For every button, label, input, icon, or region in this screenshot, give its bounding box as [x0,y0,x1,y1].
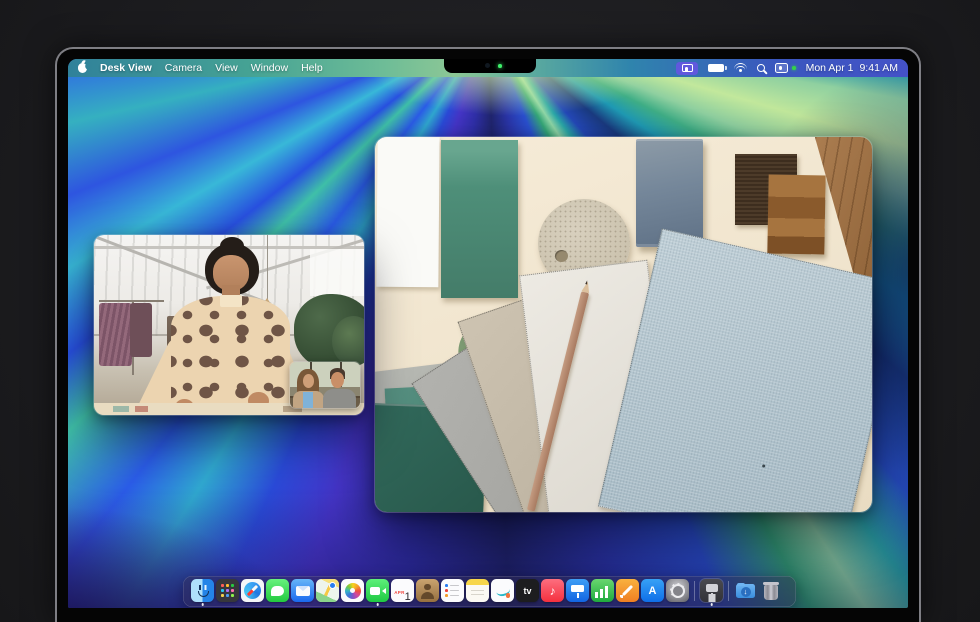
dock-music-glyph: ♪ [550,585,556,597]
menu-items: Camera View Window Help [165,62,323,74]
menu-window[interactable]: Window [251,62,288,74]
running-indicator-dot [201,603,204,606]
white-tile [377,137,440,287]
table-swatch-pink [135,406,149,412]
display-glyph [682,64,693,72]
felt-disc-hole [555,250,568,262]
pip-remote-callers[interactable] [290,362,360,408]
hanging-garment-striped [99,303,131,366]
date-label: Mon Apr 1 [806,62,854,74]
dock-music-icon[interactable]: ♪ [541,579,564,602]
pendant-lamp-wire [267,235,268,300]
camera-indicator-icon[interactable] [775,63,788,73]
spotlight-search-icon[interactable] [757,64,765,72]
macbook-frame: Desk View Camera View Window Help Mon Apr 1… [55,47,921,622]
dock-separator [728,581,729,601]
dock-mail-icon[interactable] [291,579,314,602]
dock-calendar-icon[interactable]: APR1 [391,579,414,602]
notch-camera-led [498,64,502,68]
notch-camera [485,63,490,68]
display-notch [444,59,536,73]
dock-facetime-icon[interactable] [366,579,389,602]
battery-icon[interactable] [708,64,724,72]
pip-man-face [331,372,344,388]
dock-separator [694,581,695,601]
dock-reminders-icon[interactable] [441,579,464,602]
teal-tile [441,140,518,298]
apple-menu-icon[interactable] [78,63,87,73]
macbook-screen: Desk View Camera View Window Help Mon Apr 1… [68,59,908,608]
dock-system-settings-icon[interactable] [666,579,689,602]
screen-mirroring-icon[interactable] [676,62,698,75]
facetime-window[interactable] [94,235,364,415]
menu-camera[interactable]: Camera [165,62,202,74]
app-menu-desk-view[interactable]: Desk View [100,62,152,74]
table-swatch-teal [113,406,129,412]
wifi-icon[interactable] [734,63,747,73]
dock-freeform-icon[interactable] [491,579,514,602]
menu-view[interactable]: View [215,62,238,74]
dock-finder-icon[interactable] [191,579,214,602]
menu-bar-status-area: Mon Apr 1 9:41 AM [676,62,898,75]
hanging-garment-plum [130,303,152,357]
desk-view-window[interactable] [375,137,872,512]
pip-woman-blue-top [303,392,313,408]
time-label: 9:41 AM [859,62,898,74]
dock-numbers-icon[interactable] [591,579,614,602]
marketing-backdrop: Desk View Camera View Window Help Mon Apr 1… [0,0,980,622]
dock-contacts-icon[interactable] [416,579,439,602]
dock-downloads-folder-glyph: ↓ [741,587,751,597]
brown-wood-swatch [767,175,826,255]
dock-desk-view-icon[interactable] [700,579,723,602]
dock-apple-tv-glyph: tv [523,586,531,596]
dock-photos-icon[interactable] [341,579,364,602]
dock-maps-icon[interactable] [316,579,339,602]
dock-trash-icon[interactable] [759,579,782,602]
dock-messages-icon[interactable] [266,579,289,602]
bright-window [310,249,364,296]
dock-downloads-folder-icon[interactable]: ↓ [734,579,757,602]
camera-active-dot [792,66,796,70]
dock-launchpad-icon[interactable] [216,579,239,602]
menu-help[interactable]: Help [301,62,323,74]
dock-app-store-glyph: A [649,585,657,597]
blouse-collar [220,295,243,307]
dock-keynote-icon[interactable] [566,579,589,602]
pip-man-shirt [323,389,357,408]
dock: APR1 tv ♪ A ↓ [183,576,796,607]
dock-pages-icon[interactable] [616,579,639,602]
dock-calendar-glyph: APR [394,590,404,595]
menu-bar-clock[interactable]: Mon Apr 1 9:41 AM [806,62,898,74]
dock-notes-icon[interactable] [466,579,489,602]
dock-apple-tv-icon[interactable]: tv [516,579,539,602]
presenter-hair-bun [220,237,244,255]
running-indicator-dot [376,603,379,606]
running-indicator-dot [710,603,713,606]
presenter-polka-dot-blouse [171,296,290,415]
dock-app-store-icon[interactable]: A [641,579,664,602]
dock-safari-icon[interactable] [241,579,264,602]
dock-calendar-glyph: 1 [405,591,411,603]
